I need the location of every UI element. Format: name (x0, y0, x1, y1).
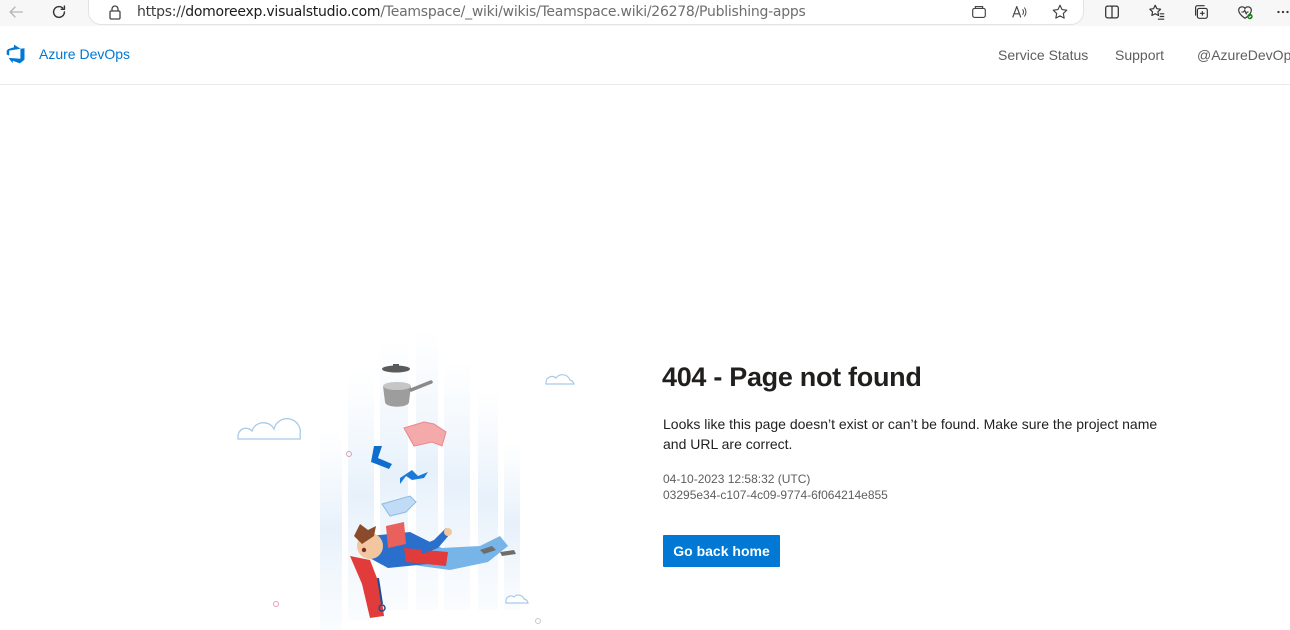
light-beam (504, 440, 520, 610)
tab-icon[interactable] (969, 3, 989, 21)
lock-icon[interactable] (107, 4, 123, 20)
url-text[interactable]: https://domoreexp.visualstudio.com/Teams… (137, 4, 806, 20)
refresh-icon[interactable] (47, 1, 71, 23)
person-mouth (361, 547, 367, 553)
go-back-home-button[interactable]: Go back home (663, 535, 780, 567)
error-activity-id: 03295e34-c107-4c09-9774-6f064214e855 (663, 488, 888, 502)
light-beam (444, 360, 470, 610)
url-host: domoreexp.visualstudio.com (185, 4, 381, 20)
error-metadata: 04-10-2023 12:58:32 (UTC) 03295e34-c107-… (663, 471, 888, 503)
more-icon[interactable] (1276, 2, 1290, 22)
support-link[interactable]: Support (1115, 47, 1164, 63)
error-description: Looks like this page doesn’t exist or ca… (663, 416, 1158, 452)
collections-icon[interactable] (1190, 2, 1212, 22)
url-prefix: https:// (137, 4, 186, 20)
person-hand (444, 528, 452, 536)
light-beam (380, 340, 408, 610)
read-aloud-icon[interactable] (1009, 3, 1029, 21)
split-screen-icon[interactable] (1101, 2, 1123, 22)
cloud-small (505, 594, 529, 604)
cloud-left (237, 418, 301, 440)
app-header: Azure DevOps Service Status Support @Azu… (0, 26, 1290, 85)
pot-lid-handle (393, 364, 399, 367)
falling-person-illustration (237, 330, 575, 630)
pot-rim (383, 382, 411, 390)
light-beam (478, 390, 498, 610)
error-title: 404 - Page not found (662, 362, 922, 392)
browser-essentials-icon[interactable] (1234, 2, 1256, 22)
favorites-icon[interactable] (1146, 2, 1168, 22)
light-beam (320, 430, 342, 630)
service-status-link[interactable]: Service Status (998, 47, 1088, 63)
brand-link[interactable]: Azure DevOps (6, 44, 130, 64)
twitter-handle-link[interactable]: @AzureDevOps (1197, 47, 1290, 63)
error-timestamp: 04-10-2023 12:58:32 (UTC) (663, 472, 811, 486)
url-path: /Teamspace/_wiki/wikis/Teamspace.wiki/26… (380, 4, 806, 20)
person-book (386, 522, 406, 548)
browser-toolbar: https://domoreexp.visualstudio.com/Teams… (0, 0, 1290, 26)
light-beam (416, 330, 438, 610)
cloud-right (545, 374, 575, 385)
brand-name: Azure DevOps (39, 46, 131, 62)
favorite-star-icon[interactable] (1050, 3, 1070, 21)
address-bar[interactable]: https://domoreexp.visualstudio.com/Teams… (88, 0, 1084, 25)
dot (273, 601, 279, 607)
back-arrow-icon[interactable] (4, 1, 28, 23)
azure-devops-logo (6, 44, 25, 64)
dot (535, 618, 541, 624)
flying-shirt (403, 421, 447, 447)
